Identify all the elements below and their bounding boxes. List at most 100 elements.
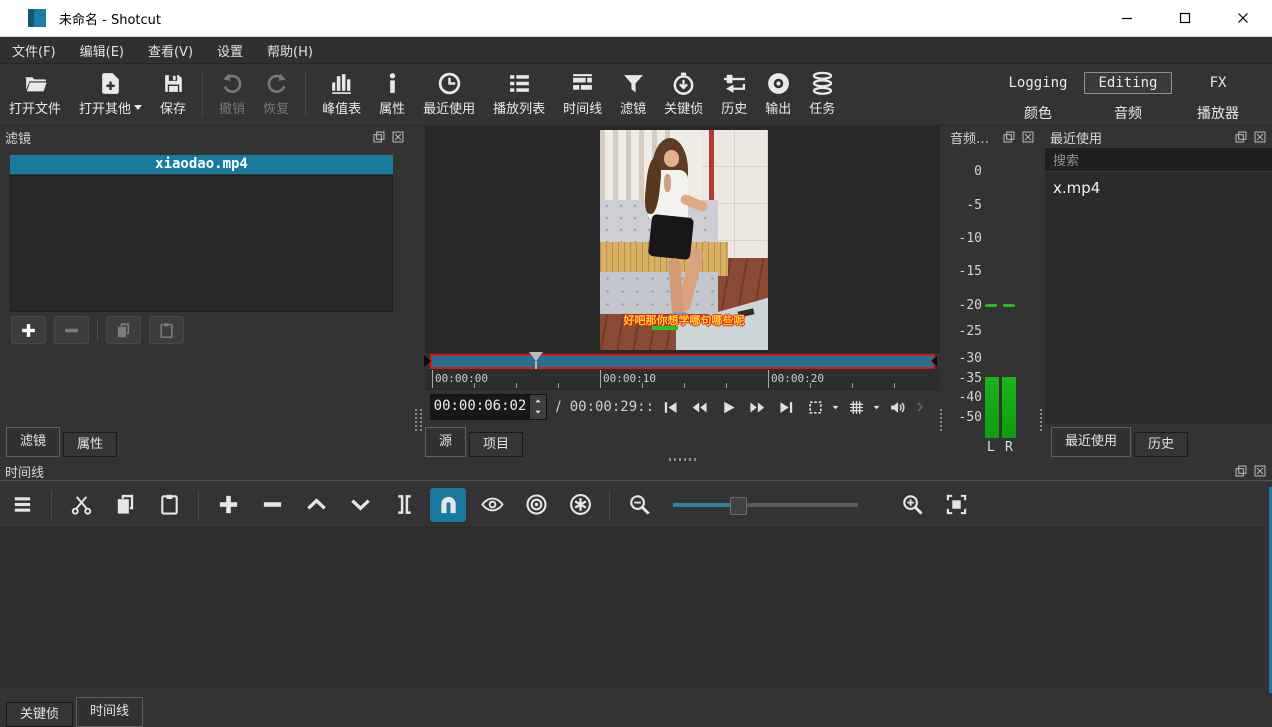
trim-in-handle[interactable] bbox=[424, 355, 431, 367]
db-label--35: -35 bbox=[945, 371, 982, 386]
zoom-timeline-fit-button[interactable] bbox=[938, 488, 974, 522]
search-input[interactable]: 搜索 bbox=[1045, 148, 1272, 172]
player-zoom-button[interactable] bbox=[805, 397, 826, 418]
float-icon[interactable] bbox=[1234, 130, 1248, 144]
player-zoom-caret-button[interactable] bbox=[831, 397, 841, 418]
toolbar-peak-meter-label: 峰值表 bbox=[322, 98, 361, 117]
toolbar-redo-label: 恢复 bbox=[263, 98, 289, 117]
float-icon[interactable] bbox=[1002, 130, 1016, 144]
toolbar-timeline-button[interactable]: 时间线 bbox=[554, 64, 611, 121]
splitter-handle-horizontal[interactable] bbox=[669, 458, 697, 461]
layout-fx-button[interactable]: FX bbox=[1174, 72, 1262, 94]
close-icon[interactable] bbox=[391, 130, 405, 144]
player-tab-0[interactable]: 源 bbox=[425, 427, 466, 457]
timeline-panel: 时间线 关键侦时间线 bbox=[0, 462, 1272, 727]
timeline-menu-button[interactable] bbox=[4, 488, 40, 522]
ripple-all-tracks-button[interactable] bbox=[562, 488, 598, 522]
toolbar-recent-button[interactable]: 最近使用 bbox=[414, 64, 484, 121]
layout-audio-button[interactable]: 音频 bbox=[1084, 100, 1172, 126]
slider-thumb[interactable] bbox=[730, 497, 747, 515]
spin-up-button[interactable] bbox=[530, 395, 546, 406]
filters-tab-0[interactable]: 滤镜 bbox=[6, 427, 60, 457]
timeline-tracks-area[interactable] bbox=[0, 527, 1272, 693]
append-button[interactable] bbox=[210, 488, 246, 522]
caret-down-icon bbox=[134, 105, 142, 110]
toolbar-jobs-button[interactable]: 任务 bbox=[800, 64, 844, 121]
layout-logging-button[interactable]: Logging bbox=[994, 72, 1082, 94]
close-icon[interactable] bbox=[1021, 130, 1035, 144]
overwrite-button[interactable] bbox=[342, 488, 378, 522]
toolbar-filters-button[interactable]: 滤镜 bbox=[611, 64, 655, 121]
menu-item-3[interactable]: 设置 bbox=[205, 37, 255, 63]
toolbar-playlist-label: 播放列表 bbox=[493, 98, 545, 117]
menu-item-2[interactable]: 查看(V) bbox=[136, 37, 205, 63]
layout-color-button[interactable]: 颜色 bbox=[994, 100, 1082, 126]
fast-forward-button[interactable] bbox=[747, 397, 768, 418]
trim-out-handle[interactable] bbox=[931, 356, 937, 366]
play-button[interactable] bbox=[718, 397, 739, 418]
recent-tab-0[interactable]: 最近使用 bbox=[1051, 427, 1131, 457]
float-icon[interactable] bbox=[1234, 464, 1248, 478]
skip-to-start-button[interactable] bbox=[660, 397, 681, 418]
toolbar-open-other-button[interactable]: 打开其他 bbox=[70, 64, 151, 121]
ripple-delete-button[interactable] bbox=[254, 488, 290, 522]
grid-display-button[interactable] bbox=[846, 397, 867, 418]
timeline-tab-0[interactable]: 关键侦 bbox=[6, 702, 73, 727]
close-window-icon[interactable] bbox=[1214, 0, 1272, 36]
close-icon[interactable] bbox=[1253, 130, 1267, 144]
layout-editing-button[interactable]: Editing bbox=[1084, 72, 1172, 94]
splitter-handle[interactable] bbox=[415, 409, 422, 431]
copy-button[interactable] bbox=[107, 488, 143, 522]
timeline-zoom-slider[interactable] bbox=[673, 488, 858, 522]
toolbar-overflow-icon[interactable] bbox=[914, 397, 928, 418]
scrub-while-dragging-button[interactable] bbox=[474, 488, 510, 522]
snap-button[interactable] bbox=[430, 488, 466, 522]
toolbar-save-button[interactable]: 保存 bbox=[151, 64, 195, 121]
toolbar-output-button[interactable]: 输出 bbox=[756, 64, 800, 121]
copy-filters-button[interactable] bbox=[106, 316, 141, 344]
peak-indicator-left bbox=[985, 304, 997, 307]
zoom-timeline-out-button[interactable] bbox=[621, 488, 657, 522]
add-filter-button[interactable] bbox=[11, 316, 46, 344]
recent-file-list[interactable]: x.mp4 bbox=[1045, 172, 1272, 424]
menu-item-4[interactable]: 帮助(H) bbox=[255, 37, 325, 63]
timeline-tab-1[interactable]: 时间线 bbox=[76, 697, 143, 727]
filter-list[interactable] bbox=[10, 175, 393, 312]
toolbar-keyframes-button[interactable]: 关键侦 bbox=[655, 64, 712, 121]
filters-tab-1[interactable]: 属性 bbox=[63, 432, 117, 457]
clock-icon bbox=[437, 71, 462, 96]
maximize-icon[interactable] bbox=[1156, 0, 1214, 36]
zoom-timeline-in-button[interactable] bbox=[894, 488, 930, 522]
cut-button[interactable] bbox=[63, 488, 99, 522]
toolbar-playlist-button[interactable]: 播放列表 bbox=[484, 64, 554, 121]
paste-button[interactable] bbox=[151, 488, 187, 522]
rewind-button[interactable] bbox=[689, 397, 710, 418]
split-button[interactable] bbox=[386, 488, 422, 522]
layout-player-button[interactable]: 播放器 bbox=[1174, 100, 1262, 126]
player-tab-1[interactable]: 项目 bbox=[469, 432, 523, 457]
spin-down-button[interactable] bbox=[530, 406, 546, 417]
recent-file-item[interactable]: x.mp4 bbox=[1045, 172, 1272, 201]
minimize-icon[interactable] bbox=[1098, 0, 1156, 36]
grid-display-caret-button[interactable] bbox=[872, 397, 882, 418]
skip-to-end-button[interactable] bbox=[776, 397, 797, 418]
remove-filter-button[interactable] bbox=[54, 316, 89, 344]
player-scrub-bar[interactable] bbox=[430, 354, 935, 369]
toolbar-open-file-button[interactable]: 打开文件 bbox=[0, 64, 70, 121]
caret-down-icon bbox=[831, 403, 840, 412]
menu-item-1[interactable]: 编辑(E) bbox=[68, 37, 136, 63]
paste-filters-button[interactable] bbox=[149, 316, 184, 344]
toolbar-peak-meter-button[interactable]: 峰值表 bbox=[313, 64, 370, 121]
player-time-ruler[interactable]: 00:00:0000:00:1000:00:20 bbox=[425, 369, 940, 390]
toolbar-history-button[interactable]: 历史 bbox=[712, 64, 756, 121]
recent-tab-1[interactable]: 历史 bbox=[1134, 432, 1188, 457]
ripple-button[interactable] bbox=[518, 488, 554, 522]
lift-button[interactable] bbox=[298, 488, 334, 522]
timecode-spinner[interactable]: 00:00:06:02 bbox=[430, 394, 547, 420]
float-icon[interactable] bbox=[372, 130, 386, 144]
volume-button[interactable] bbox=[887, 397, 908, 418]
toolbar-properties-button[interactable]: 属性 bbox=[370, 64, 414, 121]
close-icon[interactable] bbox=[1253, 464, 1267, 478]
menu-item-0[interactable]: 文件(F) bbox=[0, 37, 68, 63]
player-tabs: 源项目 bbox=[425, 427, 526, 457]
